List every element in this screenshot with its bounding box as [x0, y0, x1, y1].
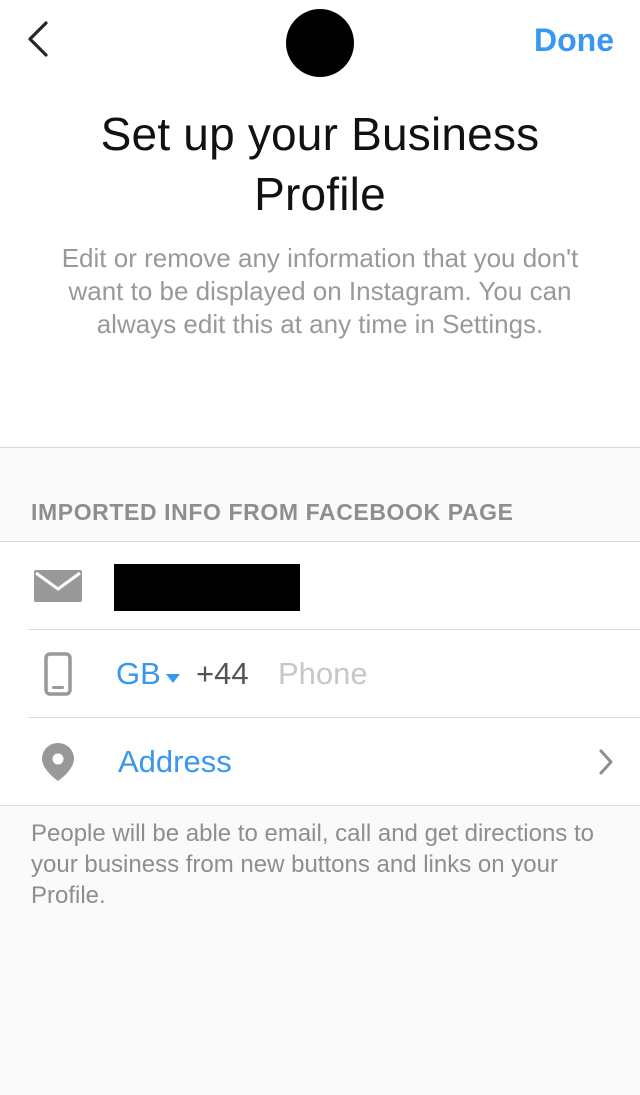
chevron-left-icon	[26, 19, 50, 64]
footer-note: People will be able to email, call and g…	[31, 820, 594, 909]
phone-icon	[28, 630, 88, 717]
mail-icon	[28, 542, 88, 629]
caret-down-icon	[165, 656, 181, 692]
intro-section: Done Set up your Business Profile Edit o…	[0, 0, 640, 448]
page-title: Set up your Business Profile	[100, 108, 540, 220]
address-row[interactable]: Address	[0, 718, 640, 805]
chevron-right-icon	[598, 718, 614, 805]
section-header: IMPORTED INFO FROM FACEBOOK PAGE	[31, 499, 514, 525]
contact-info-list: GB +44 Address	[0, 541, 640, 806]
page-subtitle: Edit or remove any information that you …	[61, 243, 579, 339]
address-label: Address	[118, 743, 232, 779]
dial-code: +44	[196, 655, 249, 691]
country-code: GB	[116, 655, 161, 691]
phone-input[interactable]	[278, 652, 608, 696]
email-row[interactable]	[0, 542, 640, 629]
location-pin-icon	[28, 718, 88, 805]
done-button[interactable]: Done	[534, 20, 614, 60]
country-code-selector[interactable]: GB	[116, 630, 181, 717]
avatar	[286, 9, 354, 77]
phone-row: GB +44	[0, 630, 640, 717]
back-button[interactable]	[18, 18, 58, 64]
email-value-redacted	[114, 564, 300, 611]
